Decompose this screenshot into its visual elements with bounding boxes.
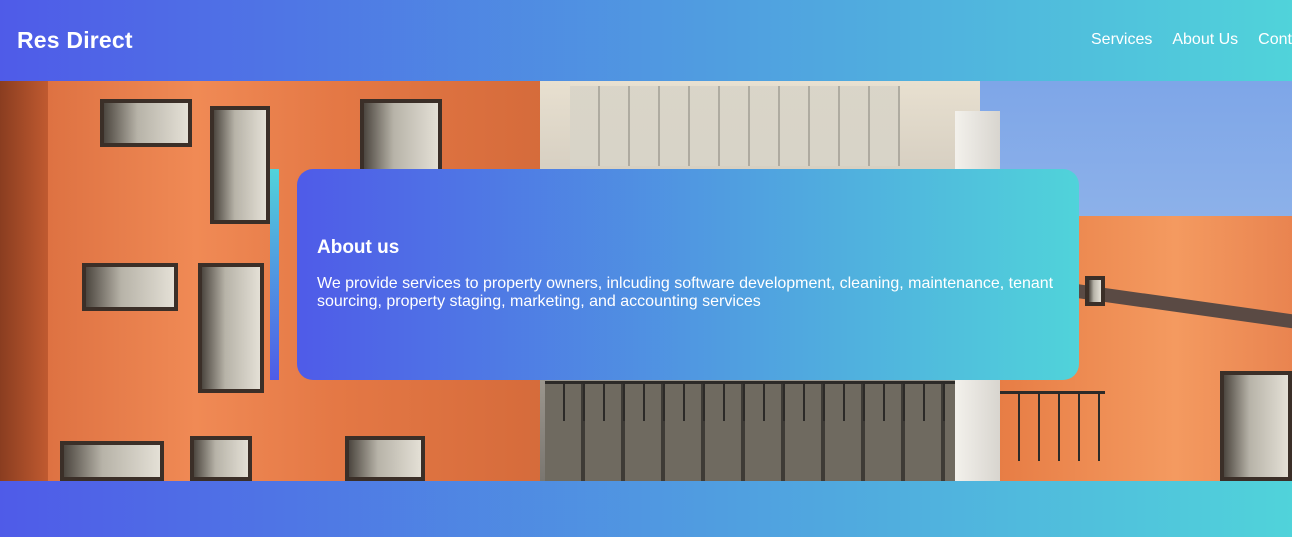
- nav-link-services[interactable]: Services: [1091, 30, 1152, 50]
- site-header: Res Direct Services About Us Contact: [0, 0, 1292, 81]
- brand-logo-text[interactable]: Res Direct: [17, 26, 133, 54]
- about-description: We provide services to property owners, …: [317, 275, 1054, 310]
- about-panel: About us We provide services to property…: [297, 169, 1079, 380]
- panel-accent-bar: [270, 169, 279, 380]
- nav-link-about-us[interactable]: About Us: [1172, 30, 1238, 50]
- about-title: About us: [317, 237, 400, 258]
- main-nav: Services About Us Contact: [1091, 30, 1292, 50]
- hero-section: About us We provide services to property…: [0, 81, 1292, 481]
- nav-link-contact[interactable]: Contact: [1258, 30, 1292, 50]
- site-footer: [0, 481, 1292, 537]
